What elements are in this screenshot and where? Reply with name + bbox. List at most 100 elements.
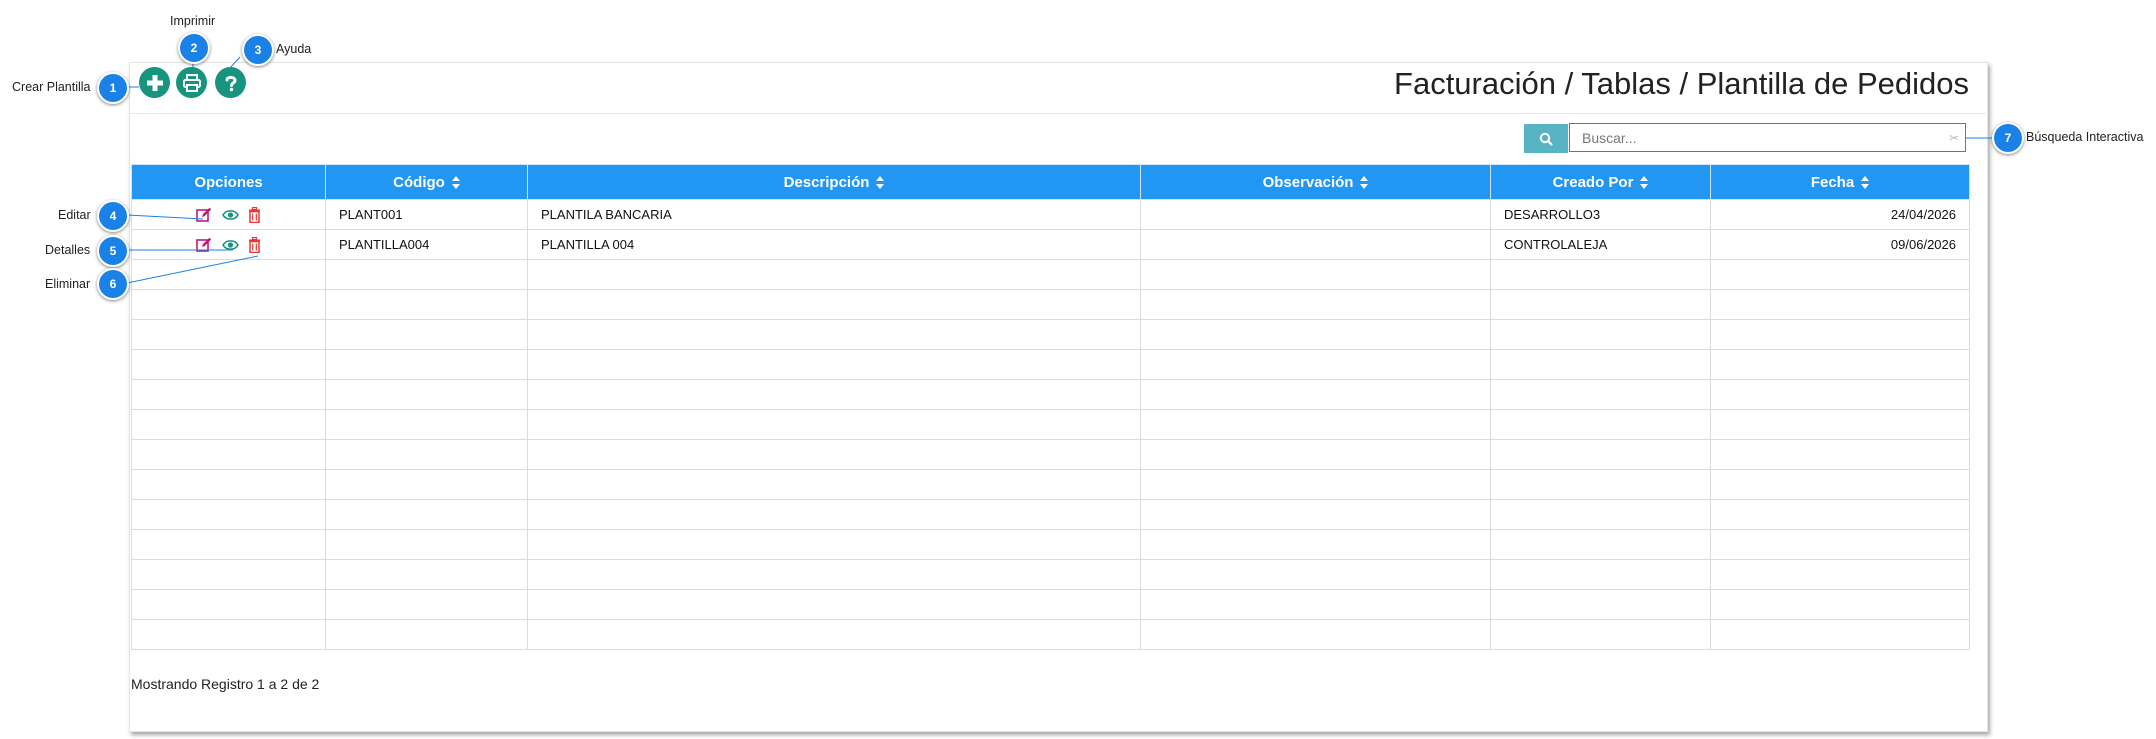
edit-icon[interactable]	[196, 237, 212, 253]
empty-cell	[1490, 259, 1711, 290]
imprimir-button[interactable]	[176, 67, 207, 98]
empty-cell	[1140, 439, 1491, 470]
eye-icon[interactable]	[221, 239, 239, 251]
empty-cell	[1710, 499, 1970, 530]
crear-plantilla-button[interactable]	[139, 67, 170, 98]
annotation-label: Búsqueda Interactiva	[2026, 130, 2144, 144]
plus-icon	[146, 74, 163, 91]
empty-cell	[1490, 409, 1711, 440]
annotation-badge: 3	[242, 34, 274, 66]
empty-cell	[1490, 469, 1711, 500]
empty-cell	[1140, 319, 1491, 350]
trash-icon[interactable]	[248, 236, 261, 253]
cell-creado-por: DESARROLLO3	[1490, 199, 1711, 230]
column-header-codigo[interactable]: Código	[325, 164, 528, 200]
empty-cell	[1140, 259, 1491, 290]
annotation-badge: 5	[97, 235, 129, 267]
empty-cell	[325, 499, 528, 530]
empty-cell	[527, 289, 1141, 320]
empty-table-row	[131, 619, 1970, 650]
empty-cell	[1710, 259, 1970, 290]
empty-cell	[1710, 529, 1970, 560]
empty-cell	[1140, 559, 1491, 590]
column-header-descripcion[interactable]: Descripción	[527, 164, 1141, 200]
empty-cell	[1490, 559, 1711, 590]
ayuda-button[interactable]	[215, 67, 246, 98]
records-info: Mostrando Registro 1 a 2 de 2	[131, 676, 320, 692]
empty-cell	[131, 439, 326, 470]
cell-descripcion: PLANTILA BANCARIA	[527, 199, 1141, 230]
search-button[interactable]	[1524, 124, 1568, 153]
sort-icon[interactable]	[1861, 176, 1870, 190]
empty-cell	[1710, 289, 1970, 320]
trash-icon[interactable]	[248, 206, 261, 223]
empty-table-row	[131, 319, 1970, 350]
empty-cell	[325, 469, 528, 500]
sort-icon[interactable]	[1640, 176, 1649, 190]
empty-table-row	[131, 409, 1970, 440]
search-input[interactable]	[1569, 123, 1966, 152]
empty-cell	[131, 529, 326, 560]
empty-cell	[527, 589, 1141, 620]
empty-cell	[1710, 349, 1970, 380]
empty-cell	[325, 589, 528, 620]
cell-creado-por: CONTROLALEJA	[1490, 229, 1711, 260]
page-title: Facturación / Tablas / Plantilla de Pedi…	[1394, 66, 1969, 101]
empty-cell	[527, 379, 1141, 410]
empty-table-row	[131, 289, 1970, 320]
empty-cell	[527, 319, 1141, 350]
annotation-badge: 4	[97, 200, 129, 232]
empty-cell	[527, 529, 1141, 560]
empty-table-row	[131, 529, 1970, 560]
empty-cell	[1140, 619, 1491, 650]
annotation-badge: 2	[178, 32, 210, 64]
empty-cell	[325, 619, 528, 650]
column-header-creado-por[interactable]: Creado Por	[1490, 164, 1711, 200]
empty-cell	[527, 499, 1141, 530]
empty-cell	[131, 319, 326, 350]
empty-table-row	[131, 559, 1970, 590]
empty-table-row	[131, 439, 1970, 470]
clear-search-icon[interactable]: ✂	[1949, 131, 1959, 145]
empty-cell	[1710, 319, 1970, 350]
empty-cell	[325, 379, 528, 410]
cell-fecha: 24/04/2026	[1710, 199, 1970, 230]
cell-codigo: PLANTILLA004	[325, 229, 528, 260]
eye-icon[interactable]	[221, 209, 239, 221]
column-header-observacion[interactable]: Observación	[1140, 164, 1491, 200]
empty-cell	[1490, 349, 1711, 380]
empty-cell	[527, 439, 1141, 470]
print-icon	[182, 73, 201, 92]
empty-cell	[325, 349, 528, 380]
empty-table-row	[131, 469, 1970, 500]
empty-cell	[1710, 439, 1970, 470]
question-icon	[225, 75, 237, 91]
empty-cell	[325, 559, 528, 590]
empty-cell	[1710, 469, 1970, 500]
empty-cell	[131, 469, 326, 500]
edit-icon[interactable]	[196, 207, 212, 223]
empty-cell	[527, 469, 1141, 500]
empty-cell	[1140, 469, 1491, 500]
empty-cell	[1490, 499, 1711, 530]
cell-descripcion: PLANTILLA 004	[527, 229, 1141, 260]
empty-cell	[1140, 409, 1491, 440]
empty-cell	[1490, 289, 1711, 320]
annotation-badge: 6	[97, 268, 129, 300]
empty-table-row	[131, 349, 1970, 380]
sort-icon[interactable]	[876, 176, 885, 190]
sort-icon[interactable]	[451, 176, 460, 190]
sort-icon[interactable]	[1360, 176, 1369, 190]
empty-cell	[131, 559, 326, 590]
empty-cell	[1710, 559, 1970, 590]
cell-fecha: 09/06/2026	[1710, 229, 1970, 260]
empty-cell	[527, 559, 1141, 590]
empty-cell	[1710, 409, 1970, 440]
empty-cell	[1140, 529, 1491, 560]
column-header-fecha[interactable]: Fecha	[1710, 164, 1970, 200]
plantillas-table: Opciones Código Descripción Observación …	[131, 164, 1970, 650]
empty-cell	[131, 349, 326, 380]
empty-cell	[1140, 349, 1491, 380]
empty-cell	[325, 259, 528, 290]
empty-cell	[1490, 379, 1711, 410]
